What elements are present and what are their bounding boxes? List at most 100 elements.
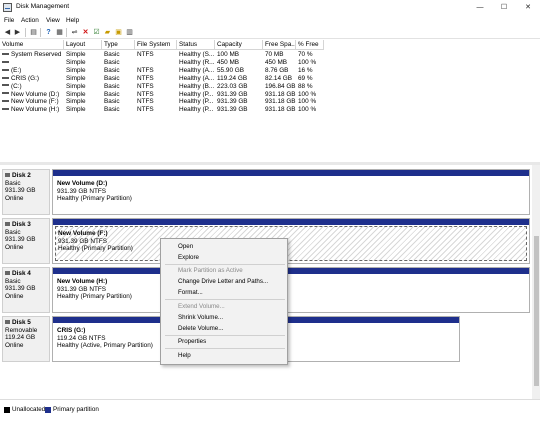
cell-layout: Simple: [66, 51, 86, 58]
menu-bar: File Action View Help: [0, 15, 540, 26]
cell-capacity: 100 MB: [217, 51, 240, 58]
disk-type: Basic: [5, 228, 21, 236]
cell-volume: [2, 59, 64, 67]
table-row[interactable]: CRIS (G:) Simple Basic NTFS Healthy (A... 119…: [0, 75, 540, 83]
cell-file-system: NTFS: [137, 74, 154, 82]
disk-type: Basic: [5, 277, 21, 285]
table-row[interactable]: New Volume (H:) Simple Basic NTFS Healthy (P…: [0, 106, 540, 114]
disk-size: 119.24 GB: [5, 334, 36, 341]
menu-item-properties[interactable]: Properties: [178, 338, 206, 345]
table-row[interactable]: (C:) Simple Basic NTFS Healthy (B... 223.03 G…: [0, 83, 540, 91]
cell-file-system: NTFS: [137, 51, 154, 58]
minimize-button[interactable]: —: [468, 0, 492, 15]
properties-icon[interactable]: ▦: [55, 28, 64, 37]
volume-icon: [2, 76, 9, 79]
connect-icon[interactable]: ⇌: [70, 28, 79, 37]
column-free-space[interactable]: Free Spa...: [263, 40, 296, 50]
table-row[interactable]: New Volume (F:) Simple Basic NTFS Healthy (P…: [0, 98, 540, 106]
partition-block[interactable]: New Volume (H:) 931.39 GB NTFS Healthy (…: [52, 267, 530, 313]
help-icon[interactable]: ?: [44, 28, 53, 37]
table-row[interactable]: System Reserved Simple Basic NTFS Healthy (S…: [0, 51, 540, 59]
cell-percent-free: 16 %: [298, 66, 313, 74]
disk-management-icon: [3, 3, 12, 12]
column-volume[interactable]: Volume: [0, 40, 64, 50]
column-capacity[interactable]: Capacity: [215, 40, 263, 50]
disk-name: Disk 3: [12, 221, 31, 228]
cell-volume: New Volume (H:): [2, 106, 64, 114]
cell-type: Basic: [104, 106, 120, 114]
cell-free-space: 8.76 GB: [265, 66, 289, 74]
new-icon[interactable]: ▰: [103, 28, 112, 37]
menu-item-extend-volume: Extend Volume...: [178, 303, 225, 310]
cell-layout: Simple: [66, 82, 86, 90]
column-layout[interactable]: Layout: [64, 40, 102, 50]
partition-bar: [53, 268, 529, 274]
delete-icon[interactable]: ✕: [81, 28, 90, 37]
cell-type: Basic: [104, 98, 120, 106]
disk-size: 931.39 GB: [5, 236, 36, 243]
disk-state: Online: [5, 243, 24, 251]
menu-item-shrink-volume[interactable]: Shrink Volume...: [178, 314, 223, 321]
volume-icon: [2, 52, 9, 55]
column-file-system[interactable]: File System: [135, 40, 177, 50]
disk-state: Online: [5, 194, 24, 202]
column-percent-free[interactable]: % Free: [296, 40, 324, 50]
partition-block-selected[interactable]: New Volume (F:) 931.39 GB NTFS Healthy (…: [52, 218, 530, 264]
check-icon[interactable]: ☑: [92, 28, 101, 37]
menu-item-open[interactable]: Open: [178, 243, 193, 250]
column-type[interactable]: Type: [102, 40, 135, 50]
forward-icon[interactable]: ▶: [13, 28, 22, 37]
table-row[interactable]: New Volume (D:) Simple Basic NTFS Healthy (P…: [0, 91, 540, 99]
disk-label[interactable]: Disk 2 Basic 931.39 GB Online: [2, 169, 50, 215]
partition-name: New Volume (H:): [57, 278, 108, 285]
scrollbar-thumb[interactable]: [534, 236, 539, 386]
cell-type: Basic: [104, 82, 120, 90]
menu-view[interactable]: View: [46, 17, 60, 24]
menu-item-delete-volume[interactable]: Delete Volume...: [178, 325, 223, 332]
volume-icon: [2, 68, 9, 71]
table-row[interactable]: Simple Basic Healthy (R... 450 MB 450 MB 100 …: [0, 59, 540, 67]
legend-swatch-primary: [45, 407, 51, 413]
open-icon[interactable]: ▣: [114, 28, 123, 37]
volume-icon: [2, 108, 9, 111]
partition-status: Healthy (Primary Partition): [57, 195, 132, 202]
menu-item-mark-active: Mark Partition as Active: [178, 267, 243, 274]
menu-item-change-drive-letter[interactable]: Change Drive Letter and Paths...: [178, 278, 268, 285]
menu-item-explore[interactable]: Explore: [178, 254, 199, 261]
partition-status: Healthy (Primary Partition): [57, 293, 132, 300]
view-icon[interactable]: ▥: [125, 28, 134, 37]
removable-disk-icon: [5, 320, 10, 325]
partition-block[interactable]: New Volume (D:) 931.39 GB NTFS Healthy (…: [52, 169, 530, 215]
menu-item-help[interactable]: Help: [178, 352, 191, 359]
menu-separator: [165, 335, 285, 336]
list-view-icon[interactable]: ▤: [29, 28, 38, 37]
close-button[interactable]: ✕: [516, 0, 540, 15]
cell-percent-free: 69 %: [298, 74, 313, 82]
volume-name: (E:): [11, 66, 22, 74]
disk-label[interactable]: Disk 3 Basic 931.39 GB Online: [2, 218, 50, 264]
back-icon[interactable]: ◀: [3, 28, 12, 37]
cell-volume: New Volume (F:): [2, 98, 64, 106]
cell-status: Healthy (P...: [179, 106, 214, 114]
menu-separator: [165, 264, 285, 265]
toolbar: ◀ ▶ ▤ ? ▦ ⇌ ✕ ☑ ▰ ▣ ▥: [0, 26, 540, 39]
toolbar-separator: [40, 28, 41, 37]
cell-file-system: NTFS: [137, 98, 154, 106]
cell-layout: Simple: [66, 90, 86, 98]
cell-type: Basic: [104, 51, 120, 58]
cell-status: Healthy (P...: [179, 90, 214, 98]
volume-list: Volume Layout Type File System Status Ca…: [0, 40, 540, 162]
column-status[interactable]: Status: [177, 40, 215, 50]
cell-percent-free: 88 %: [298, 82, 313, 90]
menu-help[interactable]: Help: [66, 17, 79, 24]
disk-label[interactable]: Disk 4 Basic 931.39 GB Online: [2, 267, 50, 313]
title-bar: Disk Management — ☐ ✕: [0, 0, 540, 15]
context-menu: Open Explore Mark Partition as Active Ch…: [160, 238, 288, 365]
cell-layout: Simple: [66, 106, 86, 114]
disk-label[interactable]: Disk 5 Removable 119.24 GB Online: [2, 316, 50, 362]
maximize-button[interactable]: ☐: [492, 0, 516, 15]
menu-file[interactable]: File: [4, 17, 14, 24]
menu-action[interactable]: Action: [21, 17, 39, 24]
table-row[interactable]: (E:) Simple Basic NTFS Healthy (A... 55.90 GB…: [0, 67, 540, 75]
menu-item-format[interactable]: Format...: [178, 289, 203, 296]
